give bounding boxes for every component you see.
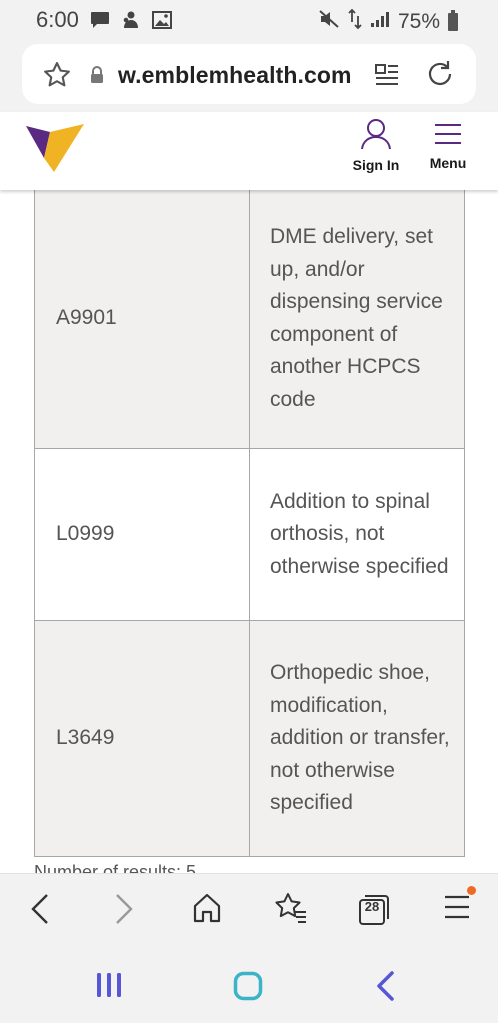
- sign-in-button[interactable]: Sign In: [346, 118, 406, 173]
- codes-table: A9901 DME delivery, set up, and/or dispe…: [34, 190, 465, 857]
- code-cell: L3649: [34, 620, 250, 857]
- user-icon: [359, 119, 393, 154]
- description-cell: Addition to spinal orthosis, not otherwi…: [249, 448, 465, 621]
- home-button-icon[interactable]: [233, 971, 263, 1006]
- gallery-icon: [152, 11, 172, 34]
- signal-icon: [370, 10, 390, 33]
- status-bar: 6:00 75%: [0, 0, 498, 40]
- browser-menu-icon[interactable]: [444, 886, 476, 927]
- tabs-icon[interactable]: 28: [358, 894, 390, 931]
- menu-label: Menu: [429, 155, 467, 171]
- hamburger-icon: [434, 124, 462, 152]
- reader-mode-icon[interactable]: [374, 62, 400, 93]
- recent-apps-icon[interactable]: [96, 971, 122, 1004]
- description-cell: DME delivery, set up, and/or dispensing …: [249, 190, 465, 449]
- results-count: Number of results: 5: [34, 862, 197, 873]
- table-row: L0999 Addition to spinal orthosis, not o…: [34, 448, 465, 621]
- notification-dot: [467, 886, 476, 895]
- browser-toolbar: 28: [0, 873, 498, 947]
- address-bar-container: w.emblemhealth.com: [0, 40, 498, 112]
- site-header: Sign In Menu: [0, 112, 498, 190]
- bookmarks-icon[interactable]: [274, 892, 308, 929]
- message-icon: [90, 11, 110, 34]
- menu-button[interactable]: Menu: [424, 122, 472, 171]
- back-button-icon[interactable]: [374, 971, 396, 1006]
- mute-icon: [318, 9, 340, 34]
- tab-count: 28: [364, 899, 380, 914]
- data-arrows-icon: [348, 8, 362, 35]
- bixby-icon: [122, 10, 140, 35]
- sign-in-label: Sign In: [352, 157, 400, 173]
- table-row: A9901 DME delivery, set up, and/or dispe…: [34, 190, 465, 449]
- bookmark-star-icon[interactable]: [42, 60, 72, 95]
- description-cell: Orthopedic shoe, modification, addition …: [249, 620, 465, 857]
- emblemhealth-logo[interactable]: [26, 124, 86, 179]
- code-cell: A9901: [34, 190, 250, 449]
- page-content: A9901 DME delivery, set up, and/or dispe…: [0, 190, 498, 873]
- system-navigation: [0, 947, 498, 1023]
- url-text[interactable]: w.emblemhealth.com: [118, 62, 352, 89]
- home-icon[interactable]: [192, 892, 222, 929]
- battery-percent: 75%: [397, 9, 440, 33]
- battery-icon: [448, 9, 458, 31]
- status-time: 6:00: [36, 7, 79, 32]
- forward-icon[interactable]: [112, 892, 136, 931]
- lock-icon: [90, 66, 104, 89]
- reload-icon[interactable]: [424, 58, 456, 95]
- back-icon[interactable]: [28, 892, 52, 931]
- code-cell: L0999: [34, 448, 250, 621]
- table-row: L3649 Orthopedic shoe, modification, add…: [34, 620, 465, 857]
- address-bar[interactable]: w.emblemhealth.com: [22, 44, 476, 104]
